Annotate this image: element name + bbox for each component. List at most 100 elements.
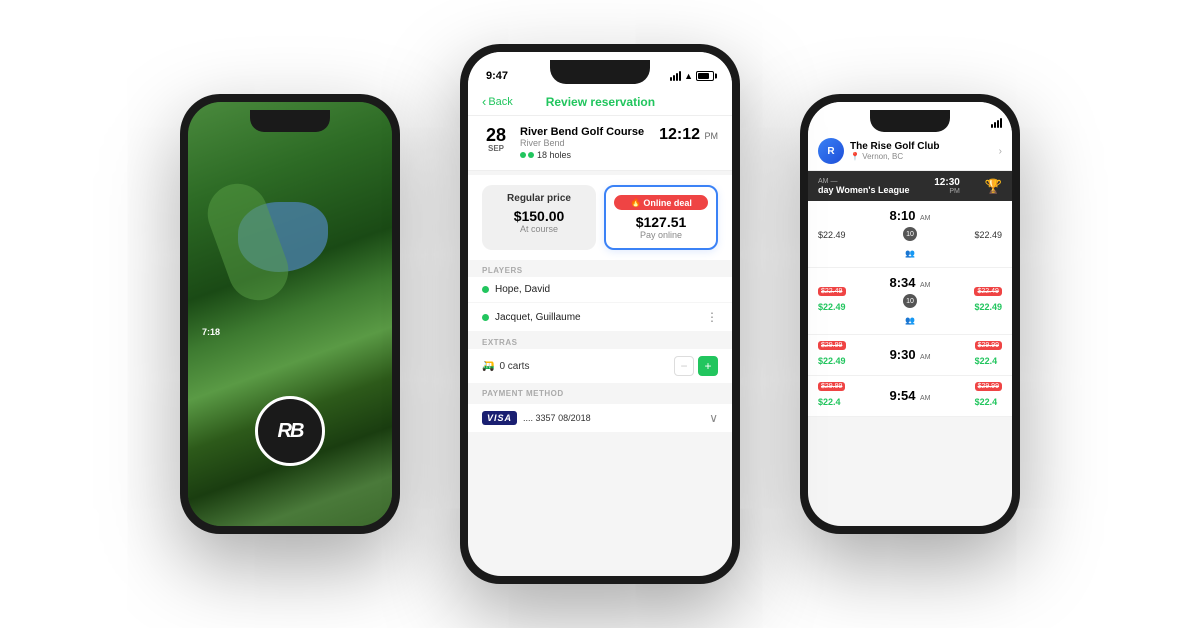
deal-price-4-right: $22.4 (975, 397, 998, 407)
player-name-1: Hope, David (495, 284, 550, 295)
player-dot-2 (482, 314, 489, 321)
tee-slot-1-people-icon: 👥 (905, 249, 915, 258)
nav-title: Review reservation (546, 95, 655, 109)
wifi-icon: ▲ (684, 71, 693, 81)
regular-price-card[interactable]: Regular price $150.00 At course (482, 185, 596, 250)
more-options-icon[interactable]: ⋮ (706, 310, 718, 324)
deal-price-2-right: $22.49 (974, 302, 1002, 312)
payment-section[interactable]: VISA .... 3357 08/2018 ∨ (468, 404, 732, 432)
tee-slot-4-period: AM (920, 395, 931, 402)
visa-logo: VISA (482, 411, 517, 425)
reservation-header: 28 SEP River Bend Golf Course River Bend… (468, 116, 732, 171)
tee-slot-1-time: 8:10 (890, 208, 916, 223)
player-info-2: Jacquet, Guillaume (482, 312, 581, 323)
league-time-label: AM — (818, 178, 910, 185)
tee-slot-4-right: $29.99 $22.4 (975, 382, 1002, 410)
player-row-1: Hope, David (468, 277, 732, 303)
tee-slot-3-period: AM (920, 354, 931, 361)
online-deal-card[interactable]: 🔥 Online deal $127.51 Pay online (604, 185, 718, 250)
tee-slot-4-time: 9:54 (890, 388, 916, 403)
deal-badge-4: $29.99 (818, 382, 845, 391)
deal-price-4: $22.4 (818, 397, 841, 407)
phone-right: R The Rise Golf Club 📍 Vernon, BC › AM —… (800, 94, 1020, 534)
tee-time-display: 12:12 PM (659, 126, 718, 144)
tee-slot-1[interactable]: $22.49 8:10 AM 10 👥 $22.49 (808, 201, 1012, 268)
cart-icon: 🛺 (482, 361, 494, 372)
back-button[interactable]: ‹ Back (482, 94, 513, 109)
scene: RB 7:18 9:47 ▲ (210, 34, 990, 594)
regular-price-label: Regular price (490, 193, 588, 204)
phone-right-screen: R The Rise Golf Club 📍 Vernon, BC › AM —… (808, 102, 1012, 526)
tee-time-period: PM (705, 131, 719, 141)
tee-slot-2-time: 8:34 (890, 275, 916, 290)
pricing-grid: Regular price $150.00 At course 🔥 Online… (482, 185, 718, 250)
payment-chevron-icon: ∨ (709, 411, 718, 425)
tee-slot-4-left: $29.99 $22.4 (818, 382, 845, 410)
tee-slot-1-left-price: $22.49 (818, 225, 846, 243)
cart-row: 🛺 0 carts − + (468, 349, 732, 383)
online-price-sub: Pay online (614, 230, 708, 240)
battery-icon (696, 71, 714, 81)
tee-slot-1-count: 10 (903, 227, 917, 241)
league-time-period: PM (934, 188, 960, 195)
players-section-label: PLAYERS (468, 260, 732, 277)
status-icons: ▲ (670, 71, 714, 81)
regular-price-amount: $150.00 (490, 208, 588, 224)
phone-left-screen: RB 7:18 (188, 102, 392, 526)
date-day: 28 (482, 126, 510, 144)
deal-badge-3: $29.99 (818, 341, 846, 350)
player-dot-1 (482, 286, 489, 293)
deal-badge-4-right: $29.99 (975, 382, 1002, 391)
tee-slot-2-people-icon: 👥 (905, 316, 915, 325)
phone-right-notch (870, 110, 950, 132)
tee-slot-4[interactable]: $29.99 $22.4 9:54 AM $29.99 $22.4 (808, 376, 1012, 417)
course-info: River Bend Golf Course River Bend 18 hol… (520, 126, 649, 160)
pricing-section: Regular price $150.00 At course 🔥 Online… (468, 175, 732, 260)
phone-center: 9:47 ▲ ‹ Bac (460, 44, 740, 584)
cart-controls: − + (674, 356, 718, 376)
player-info-1: Hope, David (482, 284, 550, 295)
tee-slot-2-period: AM (920, 282, 931, 289)
signal-bars-icon (670, 71, 681, 81)
phone-center-notch (550, 60, 650, 84)
tee-slot-2-left: $22.49 $22.49 (818, 287, 846, 315)
back-chevron-icon: ‹ (482, 94, 486, 109)
online-price-amount: $127.51 (614, 214, 708, 230)
center-status-time: 9:47 (486, 70, 508, 82)
holes-text: 18 holes (537, 150, 571, 160)
regular-price-sub: At course (490, 224, 588, 234)
cart-increase-button[interactable]: + (698, 356, 718, 376)
deal-price-2: $22.49 (818, 302, 846, 312)
club-location: 📍 Vernon, BC (850, 152, 993, 161)
right-header: R The Rise Golf Club 📍 Vernon, BC › (808, 132, 1012, 171)
deal-badge-2: $22.49 (818, 287, 846, 296)
tee-slot-2-count: 10 (903, 294, 917, 308)
club-avatar: R (818, 138, 844, 164)
trophy-icon: 🏆 (985, 178, 1002, 195)
tee-slot-2[interactable]: $22.49 $22.49 8:34 AM 10 👥 $22.49 $22.49 (808, 268, 1012, 335)
player-name-2: Jacquet, Guillaume (495, 312, 581, 323)
online-deal-label: Online deal (643, 198, 692, 208)
card-expiry: 08/2018 (558, 413, 591, 423)
deal-badge-2-right: $22.49 (974, 287, 1002, 296)
tee-slot-3-left: $29.99 $22.49 (818, 341, 846, 369)
deal-price-3-right: $22.4 (975, 356, 998, 366)
cart-info: 🛺 0 carts (482, 361, 529, 372)
league-name: day Women's League (818, 185, 910, 195)
league-time: 12:30 (934, 177, 960, 188)
tee-slot-3[interactable]: $29.99 $22.49 9:30 AM $29.99 $22.4 (808, 335, 1012, 376)
holes-dots (520, 152, 534, 158)
date-block: 28 SEP (482, 126, 510, 153)
tee-slot-3-time: 9:30 (890, 347, 916, 362)
cart-decrease-button[interactable]: − (674, 356, 694, 376)
extras-section-label: EXTRAS (468, 332, 732, 349)
online-deal-badge: 🔥 Online deal (614, 195, 708, 210)
player-row-2: Jacquet, Guillaume ⋮ (468, 303, 732, 332)
card-details: .... 3357 08/2018 (523, 413, 591, 423)
payment-section-label: PAYMENT METHOD (468, 383, 732, 400)
tee-slot-3-right: $29.99 $22.4 (975, 341, 1002, 369)
fire-icon: 🔥 (630, 197, 641, 208)
course-name: River Bend Golf Course (520, 126, 649, 138)
league-banner: AM — day Women's League 12:30 PM 🏆 (808, 171, 1012, 201)
tee-slot-1-period: AM (920, 215, 931, 222)
